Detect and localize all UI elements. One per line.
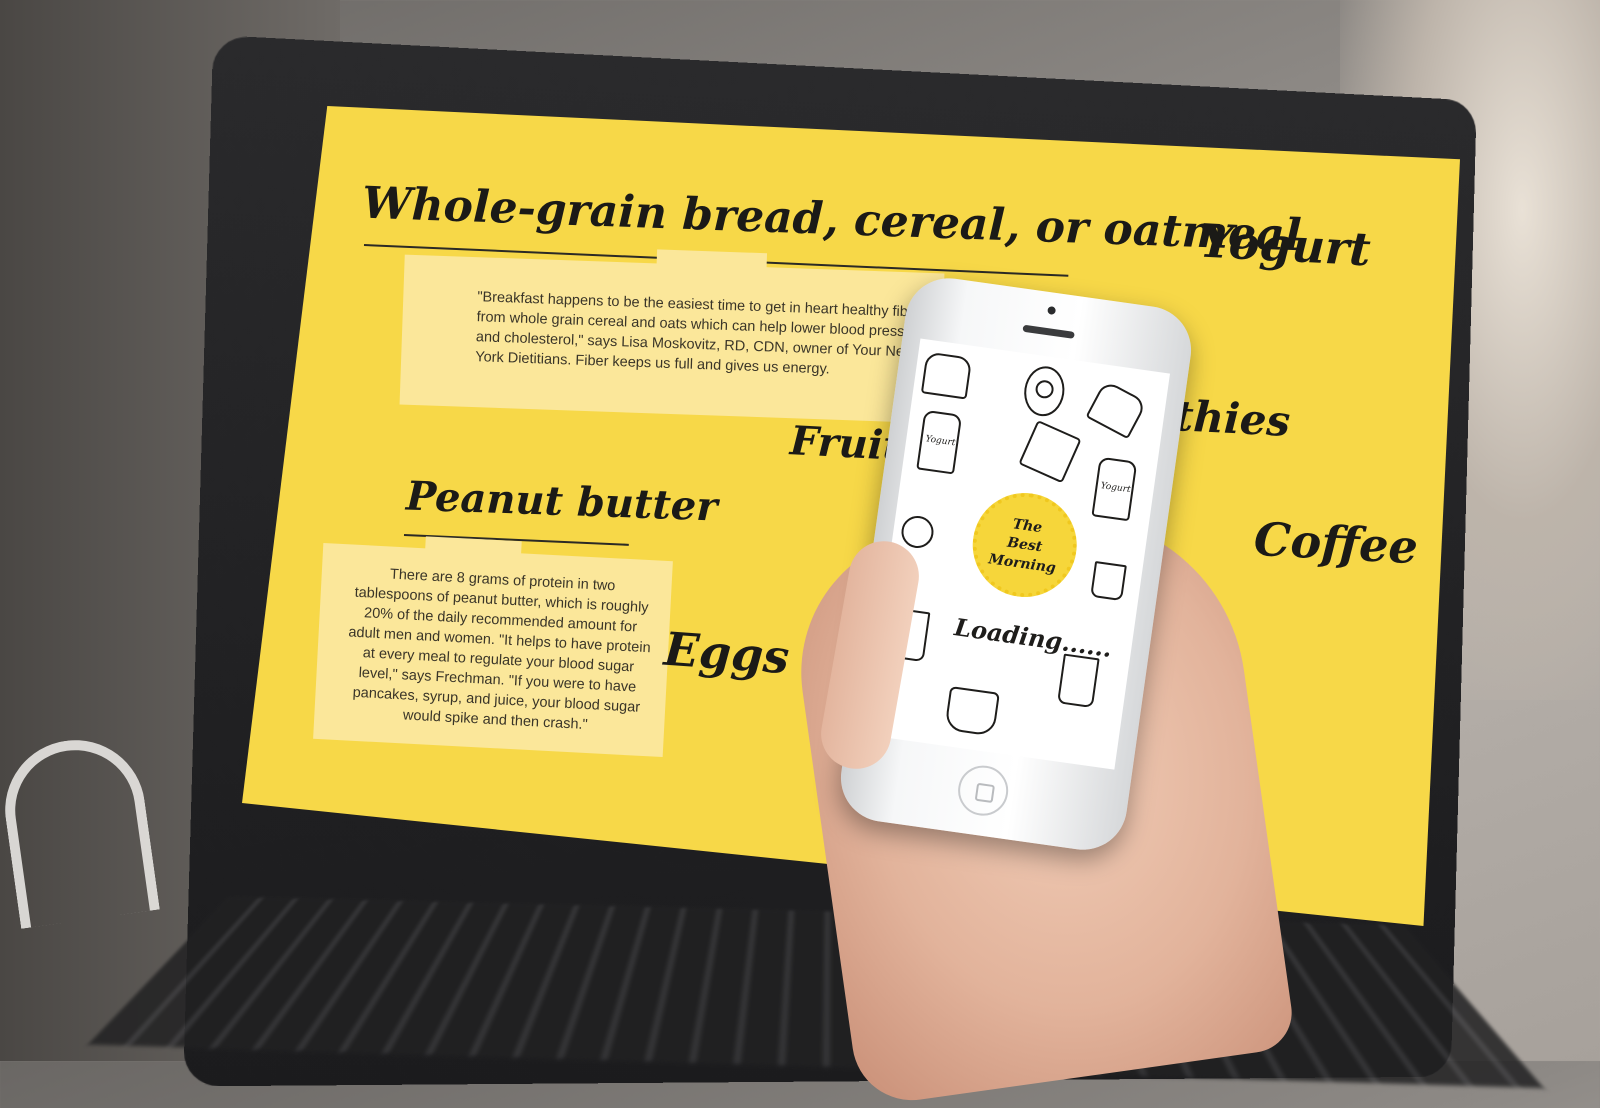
loading-text: Loading...... bbox=[952, 612, 1114, 664]
peanut-butter-info-card: There are 8 grams of protein in two tabl… bbox=[313, 536, 673, 758]
front-camera bbox=[1047, 305, 1057, 316]
earpiece-speaker bbox=[1022, 324, 1075, 339]
cereal-bowl-icon bbox=[944, 686, 1000, 737]
heading-whole-grain: Whole-grain bread, cereal, or oatmeal bbox=[361, 177, 1303, 262]
milk-bottle-icon: Yogurt bbox=[916, 409, 963, 475]
heading-smoothies[interactable]: thies bbox=[1173, 391, 1292, 446]
card-tab bbox=[656, 249, 768, 270]
toast-icon bbox=[1085, 379, 1148, 440]
cracker-icon bbox=[1018, 419, 1082, 484]
heading-eggs[interactable]: Eggs bbox=[662, 622, 791, 685]
app-logo-badge: The Best Morning bbox=[965, 486, 1084, 604]
milk-bottle-icon: Yogurt bbox=[1091, 456, 1138, 522]
heading-yogurt[interactable]: Yogurt bbox=[1199, 214, 1372, 277]
egg-icon bbox=[1021, 363, 1068, 419]
heading-peanut-butter: Peanut butter bbox=[405, 472, 719, 531]
mug-icon bbox=[1090, 560, 1127, 602]
doodle-label: Yogurt bbox=[924, 434, 956, 449]
oatmeal-info-text: "Breakfast happens to be the easiest tim… bbox=[474, 289, 926, 378]
toast-icon bbox=[920, 351, 973, 400]
oatmeal-info-card: "Breakfast happens to be the easiest tim… bbox=[399, 249, 945, 424]
home-button[interactable] bbox=[954, 762, 1012, 819]
peanut-butter-info-text: There are 8 grams of protein in two tabl… bbox=[348, 566, 652, 734]
badge-line: Morning bbox=[987, 550, 1057, 576]
heading-coffee[interactable]: Coffee bbox=[1253, 512, 1419, 575]
plate-icon bbox=[899, 513, 936, 551]
doodle-label: Yogurt bbox=[1099, 481, 1132, 496]
juice-cup-icon bbox=[1057, 653, 1100, 709]
